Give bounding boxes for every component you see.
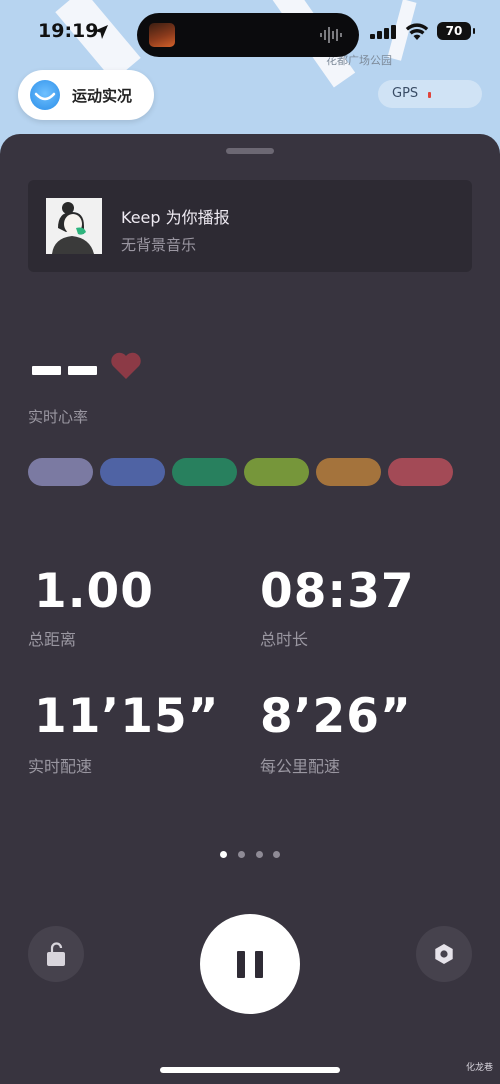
pause-icon [255,951,263,978]
drag-handle[interactable] [226,148,274,154]
current-pace-value: 11’15” [34,689,220,744]
home-indicator[interactable] [160,1067,340,1073]
heart-rate-placeholder-dash [32,366,61,375]
heart-rate-zone [172,458,237,486]
sport-live-label: 运动实况 [72,87,133,105]
total-duration-label: 总时长 [260,630,309,649]
heart-rate-label: 实时心率 [28,408,89,426]
workout-panel: Keep 为你播报 无背景音乐 实时心率 1.00 总距离 08:37 总时长 … [0,134,500,1084]
page-dot[interactable] [220,851,227,858]
gps-signal-bar [428,92,431,98]
lock-button[interactable] [28,926,84,982]
heart-rate-zone [388,458,453,486]
current-pace-label: 实时配速 [28,757,93,776]
settings-hexagon-icon [435,944,453,964]
coach-avatar [46,198,102,254]
globe-icon [30,80,60,110]
heart-rate-zone [28,458,93,486]
heart-rate-placeholder-dash [68,366,97,375]
pause-button[interactable] [200,914,300,1014]
lock-icon [47,942,65,966]
location-arrow-icon [94,25,108,39]
status-time: 19:19 [38,20,99,42]
voice-broadcast-card[interactable]: Keep 为你播报 无背景音乐 [28,180,472,272]
km-pace-value: 8’26” [260,689,412,744]
heart-rate-zone [244,458,309,486]
battery-indicator: 70 [437,22,475,40]
heart-rate-zones [28,458,456,486]
gps-indicator: GPS [378,80,482,108]
total-distance-label: 总距离 [28,630,77,649]
broadcast-subtitle: 无背景音乐 [121,236,197,254]
page-dot[interactable] [256,851,263,858]
sport-live-button[interactable]: 运动实况 [18,70,154,120]
status-bar: 19:19 70 [0,0,500,62]
heart-rate-zone [316,458,381,486]
wifi-icon [405,23,429,40]
broadcast-title: Keep 为你播报 [121,208,230,227]
page-dot[interactable] [238,851,245,858]
page-dot[interactable] [273,851,280,858]
heart-icon [111,352,141,379]
settings-button[interactable] [416,926,472,982]
cellular-signal-icon [370,25,396,39]
gps-label: GPS [392,86,419,101]
audio-wave-icon [320,27,342,43]
km-pace-label: 每公里配速 [260,757,341,776]
dynamic-island[interactable] [137,13,359,57]
pause-icon [237,951,245,978]
total-duration-value: 08:37 [260,564,415,619]
watermark: 化龙巷 [466,1063,494,1073]
total-distance-value: 1.00 [34,564,154,619]
album-art-icon [149,23,175,47]
heart-rate-zone [100,458,165,486]
